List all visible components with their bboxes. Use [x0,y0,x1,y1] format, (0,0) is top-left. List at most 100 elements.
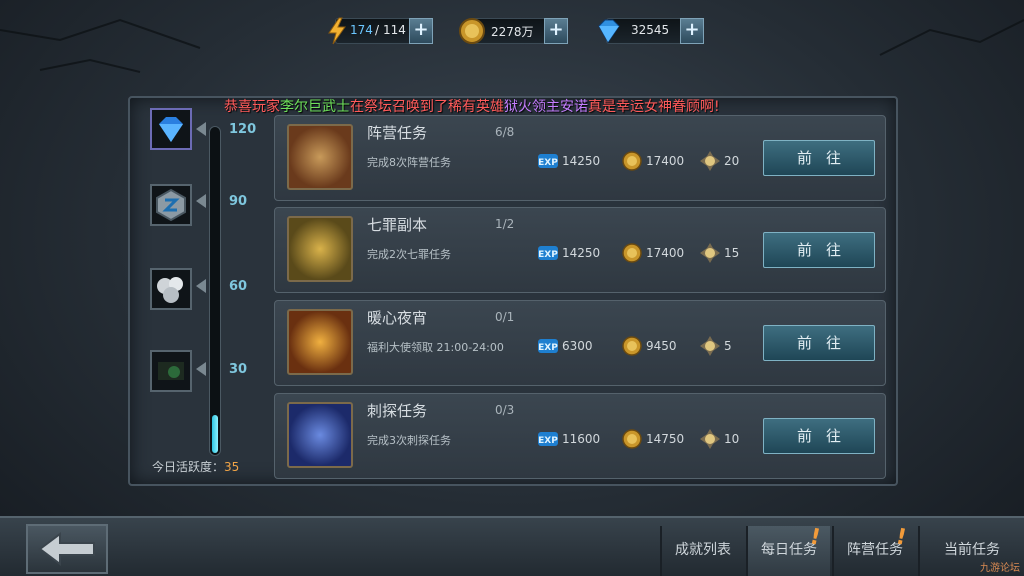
task-name: 刺探任务 [367,402,428,420]
exp-icon: EXP [538,432,558,446]
announce-part1: 恭喜玩家 [224,99,280,115]
skull-icon [700,243,720,263]
task-icon [287,309,353,375]
activity-points-value: 10 [724,432,740,446]
task-description: 完成8次阵营任务 [367,156,451,169]
exp-value: 6300 [562,339,593,353]
exp-icon: EXP [538,246,558,260]
stamina-max: 114 [383,23,406,37]
milestone-label-60: 60 [229,279,248,294]
tab-faction-tasks[interactable]: ! 阵营任务 [832,524,916,576]
exp-value: 14250 [562,154,601,168]
activity-value: 35 [224,460,240,474]
gold-value: 14750 [646,432,685,446]
diamond-value: 32545 [631,23,670,37]
go-button[interactable]: 前往 [763,140,875,176]
task-row: 阵营任务 6/8 完成8次阵营任务 EXP 14250 17400 20 前往 [274,115,886,201]
exp-icon: EXP [538,339,558,353]
tab-achievements[interactable]: 成就列表 [660,526,744,576]
tab-achievements-label: 成就列表 [675,542,731,558]
milestone-label-120: 120 [229,122,257,137]
add-stamina-button[interactable]: + [409,18,433,44]
go-button[interactable]: 前往 [763,325,875,361]
gold-value: 2278万 [491,25,534,39]
tab-daily-tasks[interactable]: ! 每日任务 [746,524,830,576]
task-icon [287,124,353,190]
activity-score: 今日活跃度：35 [152,458,239,475]
task-progress: 0/1 [495,310,515,324]
announce-part2: 在祭坛召唤到了稀有英雄 [350,99,504,115]
exp-value: 14250 [562,246,601,260]
reward-chest-120[interactable] [150,108,192,150]
svg-text:EXP: EXP [538,436,558,446]
milestone-label-30: 30 [229,362,248,377]
stamina-value: 174 [350,23,373,37]
alert-icon: ! [893,524,909,551]
tick-arrow-120 [196,122,206,136]
reward-chest-90[interactable] [150,184,192,226]
milestone-label-90: 90 [229,194,248,209]
activity-column: 120 90 60 30 今日活跃度：35 [134,100,266,480]
gold-value: 17400 [646,246,685,260]
task-description: 福利大使领取 21:00-24:00 [367,341,504,354]
activity-points-value: 20 [724,154,740,168]
activity-points-value: 5 [724,339,732,353]
task-progress: 1/2 [495,217,515,231]
stamina-sep: / [375,23,380,37]
gold-coin-icon [622,336,642,356]
tab-current-tasks-label: 当前任务 [944,542,1000,558]
task-row: 暖心夜宵 0/1 福利大使领取 21:00-24:00 EXP 6300 945… [274,300,886,386]
diamond-reward-icon [159,117,183,142]
back-button[interactable] [26,524,108,574]
add-gold-button[interactable]: + [544,18,568,44]
task-icon [287,216,353,282]
reward-chest-60[interactable] [150,268,192,310]
gold-display: 2278万 + [459,18,568,44]
activity-progress-fill [212,415,218,453]
task-row: 七罪副本 1/2 完成2次七罪任务 EXP 14250 17400 15 前往 [274,207,886,293]
announcement-banner: 恭喜玩家李尔巨武士在祭坛召唤到了稀有英雄狱火领主安诺真是幸运女神眷顾啊! [224,96,720,116]
skull-icon [700,336,720,356]
skull-icon [700,429,720,449]
alert-icon: ! [807,524,823,551]
gold-value: 17400 [646,154,685,168]
resource-bar: 174 / 114 + 2278万 + 32545 + [0,14,1024,50]
svg-text:EXP: EXP [538,343,558,353]
task-progress: 0/3 [495,403,515,417]
task-progress: 6/8 [495,125,515,139]
exp-icon: EXP [538,154,558,168]
task-icon [287,402,353,468]
activity-points-value: 15 [724,246,740,260]
activity-progress-track [209,126,221,456]
add-diamond-button[interactable]: + [680,18,704,44]
tick-arrow-90 [196,194,206,208]
task-description: 完成3次刺探任务 [367,434,451,447]
gold-coin-icon [622,429,642,449]
watermark: 九游论坛 [980,563,1020,574]
go-button[interactable]: 前往 [763,418,875,454]
gold-coin-icon [622,243,642,263]
rune-reward-icon [156,188,186,222]
task-row: 刺探任务 0/3 完成3次刺探任务 EXP 11600 14750 10 前往 [274,393,886,479]
activity-label: 今日活跃度： [152,460,225,474]
go-button[interactable]: 前往 [763,232,875,268]
task-name: 阵营任务 [367,124,428,142]
announce-player: 李尔巨武士 [280,99,350,115]
tick-arrow-30 [196,362,206,376]
task-name: 七罪副本 [367,216,428,234]
diamond-icon [598,19,620,43]
announce-part3: 真是幸运女神眷顾啊! [588,99,720,115]
scroll-reward-icon [158,362,184,380]
bottom-nav-bar: 成就列表 ! 每日任务 ! 阵营任务 当前任务 九游论坛 [0,516,1024,576]
svg-text:EXP: EXP [538,158,558,168]
tick-arrow-60 [196,279,206,293]
lightning-icon [328,17,346,45]
task-description: 完成2次七罪任务 [367,248,451,261]
diamond-display: 32545 + [598,18,704,44]
gold-coin-icon [459,18,485,44]
reward-chest-30[interactable] [150,350,192,392]
gold-coin-icon [622,151,642,171]
exp-value: 11600 [562,432,601,446]
skull-icon [700,151,720,171]
stamina-display: 174 / 114 + [328,17,433,45]
